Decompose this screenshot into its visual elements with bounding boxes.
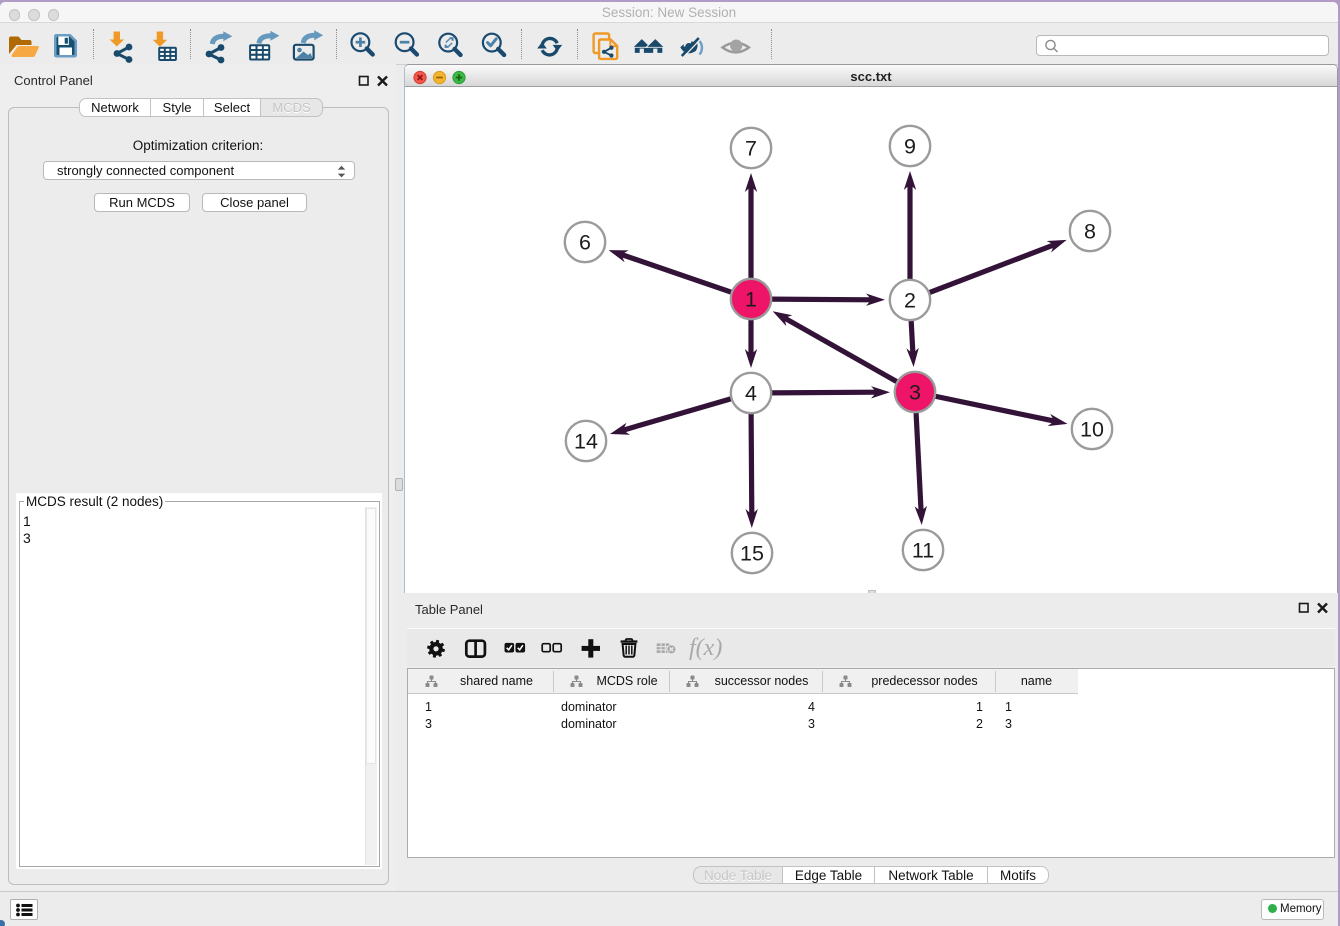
svg-text:1: 1 (745, 287, 757, 311)
svg-text:8: 8 (1084, 219, 1096, 243)
svg-text:4: 4 (745, 381, 757, 405)
svg-text:9: 9 (904, 134, 916, 158)
svg-text:11: 11 (912, 538, 934, 562)
svg-text:3: 3 (909, 380, 921, 404)
svg-text:6: 6 (579, 230, 591, 254)
svg-text:15: 15 (740, 541, 764, 565)
svg-text:14: 14 (574, 429, 598, 453)
svg-text:10: 10 (1080, 417, 1104, 441)
svg-text:2: 2 (904, 288, 916, 312)
svg-text:7: 7 (745, 136, 757, 160)
svg-text:f(x): f(x) (689, 635, 722, 661)
